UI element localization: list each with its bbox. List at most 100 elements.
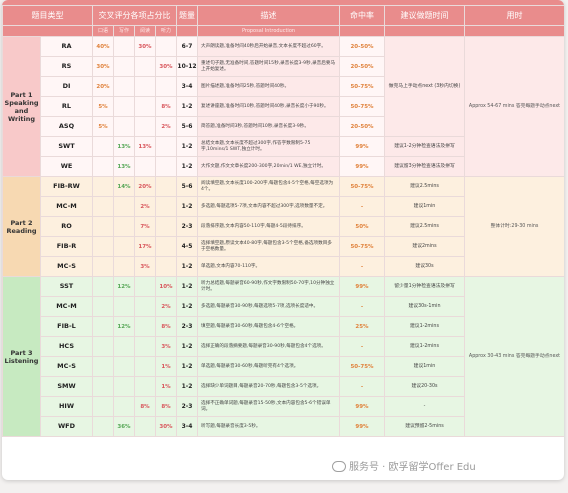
question-desc: 大作文题,作文文章长度200-300字,20min/1 WE,独立计时。 <box>197 156 340 177</box>
weight-cell <box>92 376 114 397</box>
question-code: ASQ <box>40 116 93 137</box>
header-row: 题目类型 交叉评分各项占分比 题量 描述 命中率 建议做题时间 用时 <box>2 5 564 26</box>
question-count: 4-5 <box>176 236 198 257</box>
weight-cell <box>155 196 177 217</box>
hit-rate: - <box>339 256 385 277</box>
hit-rate: 99% <box>339 276 385 297</box>
hit-rate: 99% <box>339 416 385 437</box>
time-tip: 建议留3分钟检查语法及拼写 <box>384 156 465 177</box>
table-body: Part 1 Speaking and Writing RA 40% 30% 6-7 大声… <box>2 36 564 437</box>
time-tip: 建议2mins <box>384 236 465 257</box>
weight-cell <box>92 236 114 257</box>
hit-rate: 20-50% <box>339 36 385 57</box>
col-weights: 交叉评分各项占分比 <box>92 5 177 26</box>
hit-rate: 50-75% <box>339 236 385 257</box>
weight-cell <box>113 196 135 217</box>
col-count: 题量 <box>176 5 198 26</box>
question-code: HCS <box>40 336 93 357</box>
question-desc: 大声朗读题,准备时间40秒后开始录音,文本长度不超过60字。 <box>197 36 340 57</box>
weight-cell: 36% <box>113 416 135 437</box>
weight-cell <box>92 316 114 337</box>
question-count: 2-3 <box>176 216 198 237</box>
hit-rate: 50-75% <box>339 176 385 197</box>
question-count: 1-2 <box>176 196 198 217</box>
hit-rate: - <box>339 296 385 317</box>
question-code: FIB-R <box>40 236 93 257</box>
question-count: 3-4 <box>176 416 198 437</box>
col-type: 题目类型 <box>2 5 93 26</box>
question-count: 5-6 <box>176 176 198 197</box>
weight-cell: 13% <box>113 136 135 157</box>
question-code: RL <box>40 96 93 117</box>
weight-cell <box>92 416 114 437</box>
time-tip: 做完马上手动点next (3秒内切换) <box>384 36 465 137</box>
weight-cell <box>92 256 114 277</box>
weight-cell: 30% <box>134 36 156 57</box>
weight-cell: 13% <box>113 156 135 177</box>
weight-cell: 30% <box>155 56 177 77</box>
weight-cell <box>134 376 156 397</box>
hit-rate: 50-75% <box>339 356 385 377</box>
hit-rate: - <box>339 336 385 357</box>
question-count: 1-2 <box>176 256 198 277</box>
weight-cell <box>155 36 177 57</box>
weight-cell: 1% <box>155 356 177 377</box>
question-desc: 多选题,每题录音30-90秒,每题选项5-7项,选项长度适中。 <box>197 296 340 317</box>
time-tip: 留少量1分钟检查语法及拼写 <box>384 276 465 297</box>
question-count: 1-2 <box>176 276 198 297</box>
weight-cell: 2% <box>155 116 177 137</box>
pte-question-table: 题目类型 交叉评分各项占分比 题量 描述 命中率 建议做题时间 用时 口语 写作… <box>2 5 564 437</box>
watermark: 服务号 · 欧孚留学Offer Edu <box>332 458 476 473</box>
weight-cell: 10% <box>155 276 177 297</box>
question-desc: 选择不正确单词题,每题录音15-50秒,文本内容包含5-6个错误单词。 <box>197 396 340 417</box>
weight-cell <box>113 236 135 257</box>
weight-cell <box>155 236 177 257</box>
question-code: WE <box>40 156 93 177</box>
weight-cell <box>113 356 135 377</box>
weight-cell: 12% <box>113 316 135 337</box>
weight-cell: 8% <box>155 96 177 117</box>
time-tip: 建议1-2mins <box>384 316 465 337</box>
time-tip: - <box>384 396 465 417</box>
question-desc: 多选题,每题选项5-7项,文本内容不超过300字,选项数量不定。 <box>197 196 340 217</box>
part-duration: Approx 54-67 mins 答完每题手动点next <box>464 36 564 177</box>
question-desc: 选择填空题,原读文本40-80字,每题包含3-5个空格,备选项数目多于空格数量。 <box>197 236 340 257</box>
question-count: 1-2 <box>176 96 198 117</box>
question-count: 10-12 <box>176 56 198 77</box>
question-code: RA <box>40 36 93 57</box>
col-reading: 阅读 <box>134 25 156 37</box>
weight-cell <box>113 76 135 97</box>
question-desc: 阅读填空题,文本长度100-200字,每题包含4-5个空格,每空选项为4个。 <box>197 176 340 197</box>
weight-cell: 3% <box>134 256 156 277</box>
weight-cell <box>113 256 135 277</box>
weight-cell: 30% <box>155 416 177 437</box>
weight-cell: 3% <box>155 336 177 357</box>
question-code: HIW <box>40 396 93 417</box>
weight-cell: 5% <box>92 96 114 117</box>
weight-cell: 12% <box>113 276 135 297</box>
question-desc: 单选题,文本内容70-110字。 <box>197 256 340 277</box>
question-desc: 总结文本题,文本长度不超过300字,作答字数限制5-75字,10mins/1 S… <box>197 136 340 157</box>
question-code: FIB-L <box>40 316 93 337</box>
weight-cell: 8% <box>134 396 156 417</box>
weight-cell <box>113 296 135 317</box>
question-desc: 听写题,每题录音长度3-5秒。 <box>197 416 340 437</box>
weight-cell <box>92 276 114 297</box>
question-desc: 简答题,准备时间3秒,答题时间10秒,录音长度3-9秒。 <box>197 116 340 137</box>
question-code: RO <box>40 216 93 237</box>
weight-cell <box>113 336 135 357</box>
weight-cell: 2% <box>134 196 156 217</box>
weight-cell <box>155 136 177 157</box>
weight-cell <box>134 296 156 317</box>
time-tip: 建议1min <box>384 356 465 377</box>
question-desc: 填空题,每题录音30-60秒,每题包含4-6个空格。 <box>197 316 340 337</box>
question-count: 2-3 <box>176 396 198 417</box>
col-duration: 用时 <box>464 5 564 26</box>
weight-cell <box>92 296 114 317</box>
question-count: 1-2 <box>176 336 198 357</box>
question-desc: 选择缺少单词题目,每题录音20-70秒,每题包含3-5个选项。 <box>197 376 340 397</box>
weight-cell <box>92 396 114 417</box>
question-count: 1-2 <box>176 376 198 397</box>
part-duration: Approx 30-43 mins 答完每题手动点next <box>464 276 564 437</box>
time-tip: 建议20-30s <box>384 376 465 397</box>
